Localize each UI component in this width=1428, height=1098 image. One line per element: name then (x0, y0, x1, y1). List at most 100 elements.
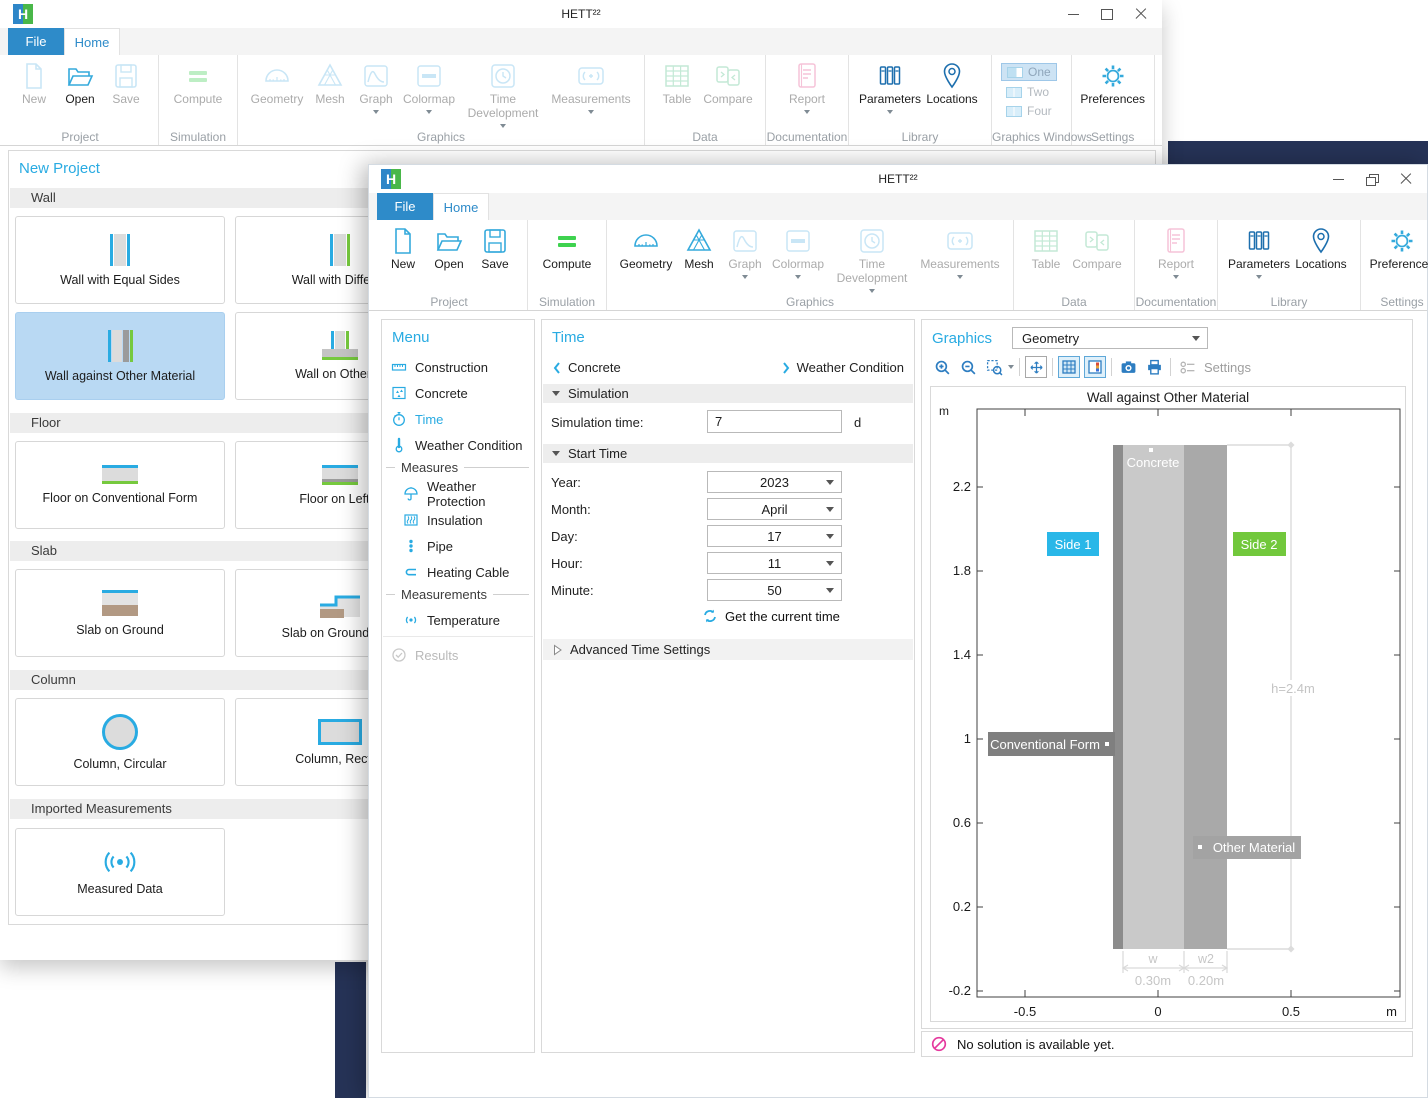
save-button[interactable]: Save (103, 59, 149, 107)
report-button[interactable]: Report (1144, 224, 1208, 279)
maximize-button[interactable] (1090, 1, 1124, 27)
tile-measured-data[interactable]: Measured Data (15, 828, 225, 916)
snapshot-button[interactable] (1117, 356, 1139, 378)
colorbar-toggle-button[interactable] (1084, 356, 1106, 378)
section-start-time[interactable]: Start Time (543, 444, 913, 463)
measurements-button[interactable]: Measurements (547, 59, 635, 114)
close-icon (1135, 8, 1147, 20)
geometry-button[interactable]: Geometry (616, 224, 676, 272)
tile-slab-on-ground[interactable]: Slab on Ground (15, 569, 225, 657)
zoom-in-button[interactable] (931, 356, 953, 378)
w-value: 0.30m (1135, 973, 1171, 988)
tile-wall-equal-sides[interactable]: Wall with Equal Sides (15, 216, 225, 304)
compute-button[interactable]: Compute (168, 59, 228, 107)
tile-wall-against-other-material[interactable]: Wall against Other Material (15, 312, 225, 400)
zoom-extents-button[interactable] (1025, 356, 1047, 378)
geometry-button[interactable]: Geometry (247, 59, 307, 107)
tab-home[interactable]: Home (64, 28, 120, 55)
compare-icon (713, 61, 743, 91)
menu-item-results[interactable]: Results (382, 642, 534, 668)
simulation-time-input[interactable]: 7 (707, 410, 842, 433)
locations-button[interactable]: Locations (922, 59, 982, 107)
no-solution-icon (931, 1036, 947, 1052)
minute-select[interactable]: 50 (707, 579, 842, 601)
parameters-button[interactable]: Parameters (1227, 224, 1291, 279)
time-development-button[interactable]: Time Development (828, 224, 916, 293)
save-button[interactable]: Save (472, 224, 518, 272)
minimize-button[interactable] (1056, 1, 1090, 27)
section-simulation[interactable]: Simulation (543, 384, 913, 403)
plot-settings-button[interactable] (1176, 356, 1198, 378)
preferences-button[interactable]: Preferences (1081, 59, 1145, 107)
get-current-time-button[interactable]: Get the current time (702, 608, 840, 624)
parameters-button[interactable]: Parameters (858, 59, 922, 114)
preferences-button[interactable]: Preferences (1370, 224, 1428, 272)
compare-button[interactable]: Compare (700, 59, 756, 107)
four-windows-button[interactable]: Four (1001, 103, 1057, 119)
compare-button[interactable]: Compare (1069, 224, 1125, 272)
colormap-icon (783, 226, 813, 256)
dropdown-caret (869, 289, 875, 293)
section-advanced-time-settings[interactable]: Advanced Time Settings (543, 639, 913, 660)
menu-item-pipe[interactable]: Pipe (382, 533, 534, 559)
graphics-view-select[interactable]: Geometry (1012, 327, 1208, 349)
nav-next[interactable]: Weather Condition (781, 360, 904, 375)
colormap-button[interactable]: Colormap (399, 59, 459, 114)
report-button[interactable]: Report (775, 59, 839, 114)
zoom-out-button[interactable] (957, 356, 979, 378)
time-development-button[interactable]: Time Development (459, 59, 547, 128)
parameters-icon (875, 61, 905, 91)
simulation-time-label: Simulation time: (551, 415, 643, 430)
minimize-icon (1333, 179, 1344, 180)
menu-item-concrete[interactable]: Concrete (382, 380, 534, 406)
menu-item-temperature[interactable]: Temperature (382, 607, 534, 633)
compute-button[interactable]: Compute (537, 224, 597, 272)
menu-item-weather-protection[interactable]: Weather Protection (382, 481, 534, 507)
open-icon (65, 61, 95, 91)
tab-file[interactable]: File (377, 193, 433, 220)
graph-button[interactable]: Graph (353, 59, 399, 114)
wall-against-other-material-icon (108, 330, 133, 362)
menu-item-insulation[interactable]: Insulation (382, 507, 534, 533)
tab-home[interactable]: Home (433, 193, 489, 220)
tile-column-circular[interactable]: Column, Circular (15, 698, 225, 786)
restore-button[interactable] (1355, 166, 1389, 192)
geometry-plot[interactable]: Wall against Other Material m 2.2 (930, 386, 1406, 1022)
year-select[interactable]: 2023 (707, 471, 842, 493)
colorbar-icon (1087, 359, 1103, 375)
open-button[interactable]: Open (426, 224, 472, 272)
month-select[interactable]: April (707, 498, 842, 520)
table-button[interactable]: Table (654, 59, 700, 107)
locations-button[interactable]: Locations (1291, 224, 1351, 272)
plot-settings-label[interactable]: Settings (1204, 360, 1251, 375)
open-button[interactable]: Open (57, 59, 103, 107)
graph-button[interactable]: Graph (722, 224, 768, 279)
zoom-options-caret[interactable] (1008, 365, 1014, 369)
new-button[interactable]: New (380, 224, 426, 272)
ribbon-group-graphics: Geometry Mesh Graph Colormap Time Develo… (607, 220, 1014, 310)
tab-file[interactable]: File (8, 28, 64, 55)
tile-floor-conventional-form[interactable]: Floor on Conventional Form (15, 441, 225, 529)
menu-item-construction[interactable]: Construction (382, 354, 534, 380)
hour-select[interactable]: 11 (707, 552, 842, 574)
one-window-button[interactable]: One (1001, 63, 1057, 81)
zoom-box-button[interactable] (983, 356, 1005, 378)
two-windows-button[interactable]: Two (1001, 84, 1057, 100)
print-button[interactable] (1143, 356, 1165, 378)
colormap-button[interactable]: Colormap (768, 224, 828, 279)
mesh-button[interactable]: Mesh (307, 59, 353, 107)
desktop-background (335, 962, 366, 1098)
close-button[interactable] (1124, 1, 1158, 27)
measurements-button[interactable]: Measurements (916, 224, 1004, 279)
nav-previous[interactable]: Concrete (552, 360, 621, 375)
conventional-form-label: Conventional Form (990, 737, 1100, 752)
menu-item-time[interactable]: Time (382, 406, 534, 432)
day-select[interactable]: 17 (707, 525, 842, 547)
mesh-button[interactable]: Mesh (676, 224, 722, 272)
new-button[interactable]: New (11, 59, 57, 107)
minimize-button[interactable] (1321, 166, 1355, 192)
grid-toggle-button[interactable] (1058, 356, 1080, 378)
table-button[interactable]: Table (1023, 224, 1069, 272)
other-material-region (1184, 445, 1227, 949)
close-button[interactable] (1389, 166, 1423, 192)
